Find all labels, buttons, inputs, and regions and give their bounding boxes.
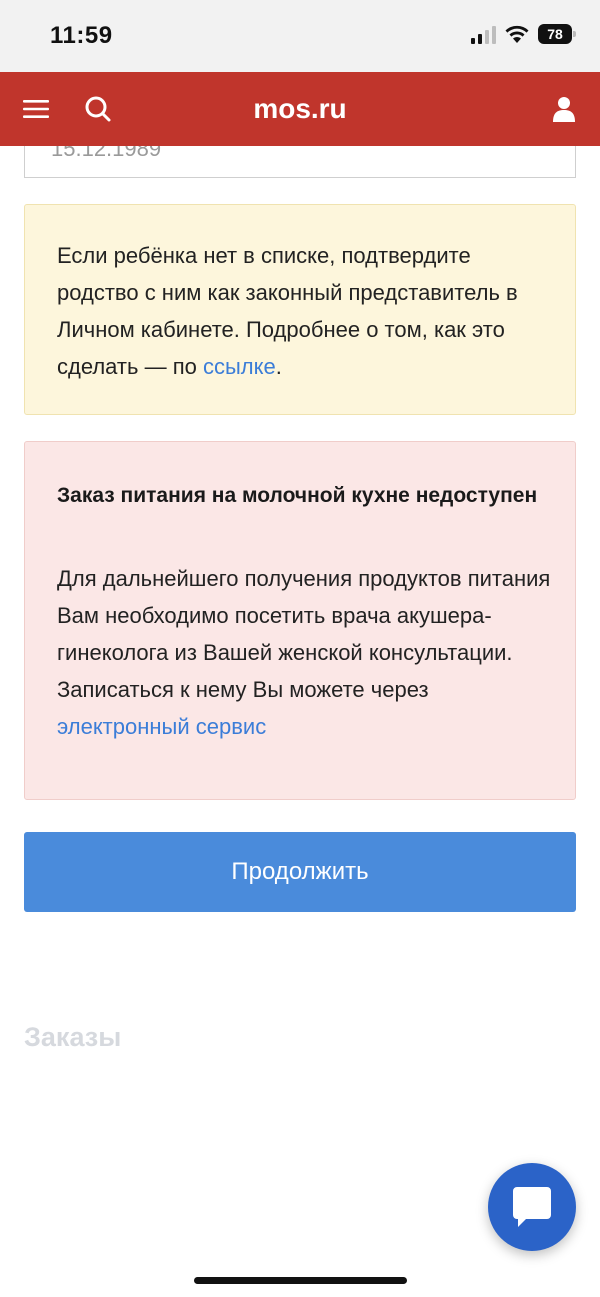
warning-notice-text: Для дальнейшего получения продуктов пита… [57, 560, 551, 745]
orders-section-title: Заказы [24, 1022, 122, 1052]
info-notice-link[interactable]: ссылке [203, 354, 276, 379]
warning-notice-body: Для дальнейшего получения продуктов пита… [57, 566, 551, 702]
cellular-signal-icon [471, 24, 496, 44]
search-button[interactable] [68, 72, 128, 146]
profile-button[interactable] [534, 72, 594, 146]
status-bar: 11:59 78 [0, 0, 600, 72]
warning-notice-title: Заказ питания на молочной кухне недоступ… [57, 484, 538, 507]
wifi-icon [505, 25, 529, 43]
search-icon [85, 96, 111, 122]
birthdate-value: 15.12.1989 [51, 146, 162, 161]
continue-button[interactable]: Продолжить [24, 832, 576, 912]
e-service-link[interactable]: электронный сервис [57, 714, 266, 739]
menu-button[interactable] [6, 72, 66, 146]
info-notice-body: Если ребёнка нет в списке, подтвердите р… [57, 243, 518, 379]
chat-button[interactable] [488, 1163, 576, 1251]
menu-icon [23, 100, 49, 118]
info-notice-text: Если ребёнка нет в списке, подтвердите р… [57, 237, 551, 385]
status-indicators: 78 [471, 24, 576, 44]
battery-icon: 78 [538, 24, 576, 44]
user-icon [553, 97, 575, 122]
chat-icon [513, 1187, 551, 1227]
home-indicator [194, 1277, 407, 1284]
birthdate-field[interactable]: 15.12.1989 [24, 146, 576, 178]
status-time: 11:59 [50, 22, 113, 49]
app-header: mos.ru [0, 72, 600, 146]
info-notice: Если ребёнка нет в списке, подтвердите р… [24, 204, 576, 415]
page-content: 15.12.1989 Если ребёнка нет в списке, по… [0, 146, 600, 1297]
warning-notice: Заказ питания на молочной кухне недоступ… [24, 441, 576, 800]
info-notice-end: . [275, 354, 282, 379]
